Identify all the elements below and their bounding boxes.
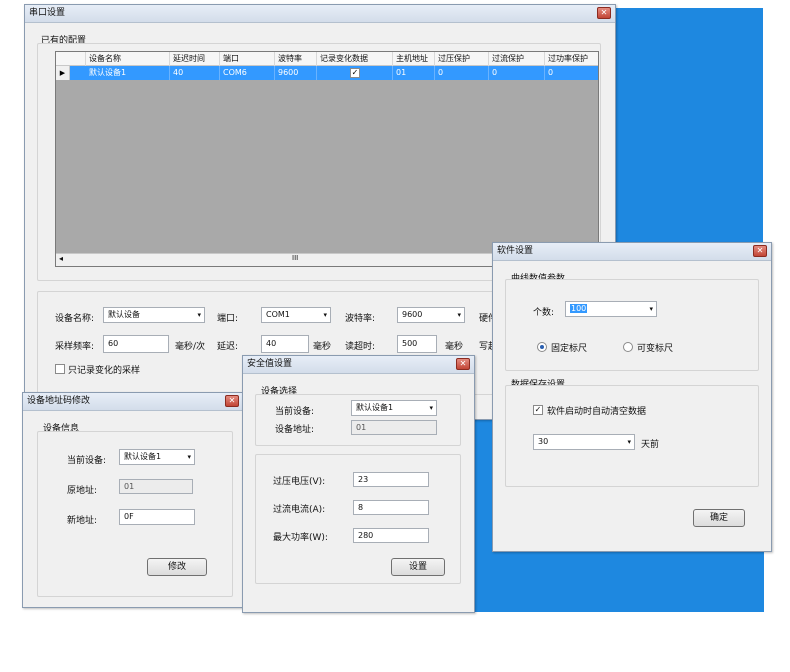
current-device-label: 当前设备: <box>67 456 107 466</box>
delay-label: 延迟: <box>217 342 239 352</box>
count-combo[interactable]: 100 ▾ <box>565 301 657 317</box>
delay-unit-label: 毫秒 <box>313 342 332 352</box>
only-record-label: 只记录变化的采样 <box>68 366 141 376</box>
table-header: 设备名称 延迟时间 端口 波特率 记录变化数据 主机地址 过压保护 过流保护 过… <box>56 52 598 66</box>
scroll-left-icon[interactable]: ◂ <box>59 254 63 263</box>
auto-clear-label: 软件启动时自动清空数据 <box>547 407 647 417</box>
current-device-label: 当前设备: <box>275 407 315 417</box>
column-header[interactable]: 波特率 <box>275 52 317 66</box>
row-oc: 0 <box>489 66 545 80</box>
address-modify-titlebar: 设备地址码修改 ✕ <box>23 393 243 411</box>
chevron-down-icon: ▾ <box>457 311 461 319</box>
sample-rate-label: 采样频率: <box>55 342 95 352</box>
row-ov: 0 <box>435 66 489 80</box>
overvoltage-input[interactable]: 23 <box>353 472 429 487</box>
chevron-down-icon: ▾ <box>187 453 191 461</box>
original-address-label: 原地址: <box>67 486 98 496</box>
chevron-down-icon: ▾ <box>627 438 631 446</box>
row-delay: 40 <box>170 66 220 80</box>
row-record: ✓ <box>317 66 393 80</box>
column-header[interactable]: 端口 <box>220 52 275 66</box>
column-header[interactable]: 过压保护 <box>435 52 489 66</box>
row-baud: 9600 <box>275 66 317 80</box>
curve-params-group <box>505 279 759 371</box>
sample-unit-label: 毫秒/次 <box>175 342 206 352</box>
column-header[interactable]: 设备名称 <box>86 52 170 66</box>
close-icon[interactable]: ✕ <box>456 358 470 370</box>
chevron-down-icon: ▾ <box>429 404 433 412</box>
ok-button[interactable]: 确定 <box>693 509 745 527</box>
new-address-label: 新地址: <box>67 516 98 526</box>
current-device-combo[interactable]: 默认设备1 ▾ <box>119 449 195 465</box>
variable-scale-radio[interactable] <box>623 342 633 352</box>
column-header[interactable]: 记录变化数据 <box>317 52 393 66</box>
auto-clear-checkbox[interactable]: ✓ <box>533 405 543 415</box>
serial-settings-titlebar: 串口设置 ✕ <box>25 5 615 23</box>
software-settings-titlebar: 软件设置 ✕ <box>493 243 771 261</box>
max-power-input[interactable]: 280 <box>353 528 429 543</box>
timeout-label: 读超时: <box>345 342 376 352</box>
column-header[interactable]: 过功率保护 <box>545 52 598 66</box>
device-name-combo[interactable]: 默认设备 ▾ <box>103 307 205 323</box>
modify-button[interactable]: 修改 <box>147 558 207 576</box>
sample-rate-input[interactable]: 60 <box>103 335 169 353</box>
variable-scale-label: 可变标尺 <box>637 344 674 354</box>
safety-value-window: 安全值设置 ✕ 设备选择 当前设备: 默认设备1 ▾ 设备地址: 01 过压电压(… <box>242 355 475 613</box>
chevron-down-icon: ▾ <box>323 311 327 319</box>
timeout-unit-label: 毫秒 <box>445 342 464 352</box>
window-title: 软件设置 <box>497 246 534 256</box>
config-table[interactable]: 设备名称 延迟时间 端口 波特率 记录变化数据 主机地址 过压保护 过流保护 过… <box>55 51 599 267</box>
chevron-down-icon: ▾ <box>649 305 653 313</box>
baud-label: 波特率: <box>345 314 376 324</box>
row-name: 默认设备1 <box>86 66 170 80</box>
days-combo[interactable]: 30 ▾ <box>533 434 635 450</box>
port-combo[interactable]: COM1 ▾ <box>261 307 331 323</box>
overcurrent-label: 过流电流(A): <box>273 505 326 515</box>
column-header[interactable]: 延迟时间 <box>170 52 220 66</box>
overcurrent-input[interactable]: 8 <box>353 500 429 515</box>
close-icon[interactable]: ✕ <box>753 245 767 257</box>
safety-value-titlebar: 安全值设置 ✕ <box>243 356 474 374</box>
original-address-field: 01 <box>119 479 193 494</box>
chevron-down-icon: ▾ <box>197 311 201 319</box>
delay-input[interactable]: 40 <box>261 335 309 353</box>
row-pointer-icon: ▶ <box>56 66 70 80</box>
fixed-scale-radio[interactable] <box>537 342 547 352</box>
software-settings-window: 软件设置 ✕ 曲线数值参数 个数: 100▾ 固定标尺 可变标尺 数据保存设置 … <box>492 242 772 552</box>
device-address-label: 设备地址: <box>275 425 315 435</box>
row-host: 01 <box>393 66 435 80</box>
window-title: 设备地址码修改 <box>27 396 91 406</box>
close-icon[interactable]: ✕ <box>225 395 239 407</box>
fixed-scale-label: 固定标尺 <box>551 344 588 354</box>
table-row[interactable]: 默认设备1 40 COM6 9600 ✓ 01 0 0 0 <box>56 66 598 80</box>
count-label: 个数: <box>533 308 555 318</box>
timeout-input[interactable]: 500 <box>397 335 437 353</box>
device-address-field: 01 <box>351 420 437 435</box>
close-icon[interactable]: ✕ <box>597 7 611 19</box>
days-unit-label: 天前 <box>641 440 660 450</box>
scroll-thumb[interactable]: III <box>292 254 298 262</box>
device-name-label: 设备名称: <box>55 314 95 324</box>
record-checkbox[interactable]: ✓ <box>350 68 360 78</box>
only-record-checkbox[interactable] <box>55 364 65 374</box>
column-header[interactable]: 过流保护 <box>489 52 545 66</box>
baud-combo[interactable]: 9600 ▾ <box>397 307 465 323</box>
window-title: 串口设置 <box>29 8 66 18</box>
row-port: COM6 <box>220 66 275 80</box>
address-modify-window: 设备地址码修改 ✕ 设备信息 当前设备: 默认设备1 ▾ 原地址: 01 新地址:… <box>22 392 244 608</box>
window-title: 安全值设置 <box>247 359 293 369</box>
overvoltage-label: 过压电压(V): <box>273 477 326 487</box>
row-op: 0 <box>545 66 598 80</box>
max-power-label: 最大功率(W): <box>273 533 328 543</box>
new-address-input[interactable]: 0F <box>119 509 195 525</box>
port-label: 端口: <box>217 314 239 324</box>
column-header[interactable]: 主机地址 <box>393 52 435 66</box>
set-button[interactable]: 设置 <box>391 558 445 576</box>
current-device-combo[interactable]: 默认设备1 ▾ <box>351 400 437 416</box>
